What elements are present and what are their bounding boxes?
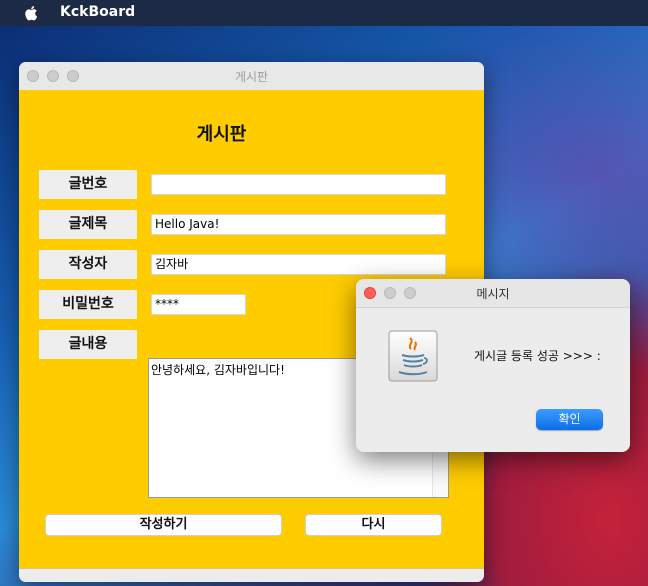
password-field[interactable]: **** (151, 294, 246, 315)
dialog-message: 게시글 등록 성공 >>> : (474, 349, 601, 363)
menu-bar: KckBoard (0, 0, 648, 26)
post-title-field[interactable]: Hello Java! (151, 214, 446, 235)
apple-icon[interactable] (24, 5, 38, 21)
message-dialog: 메시지 게시글 등록 성공 >>> : 확인 (356, 279, 630, 452)
window-title: 게시판 (234, 70, 269, 84)
post-number-label: 글번호 (39, 170, 137, 199)
post-title-label: 글제목 (39, 210, 137, 239)
password-label: 비밀번호 (39, 290, 137, 319)
page-title: 게시판 (196, 124, 247, 145)
java-icon (388, 330, 438, 382)
reset-button[interactable]: 다시 (305, 514, 442, 536)
ok-button[interactable]: 확인 (536, 409, 603, 430)
window-footer (19, 568, 484, 582)
app-name[interactable]: KckBoard (60, 4, 135, 20)
content-label: 글내용 (39, 330, 137, 359)
author-field[interactable]: 김자바 (151, 254, 446, 275)
dialog-title: 메시지 (476, 287, 510, 301)
author-label: 작성자 (39, 250, 137, 279)
content-text: 안녕하세요, 김자바입니다! (151, 363, 285, 377)
post-number-field[interactable] (151, 174, 446, 195)
write-button[interactable]: 작성하기 (45, 514, 282, 536)
dialog-titlebar[interactable]: 메시지 (356, 279, 630, 308)
window-titlebar[interactable]: 게시판 (19, 62, 484, 91)
